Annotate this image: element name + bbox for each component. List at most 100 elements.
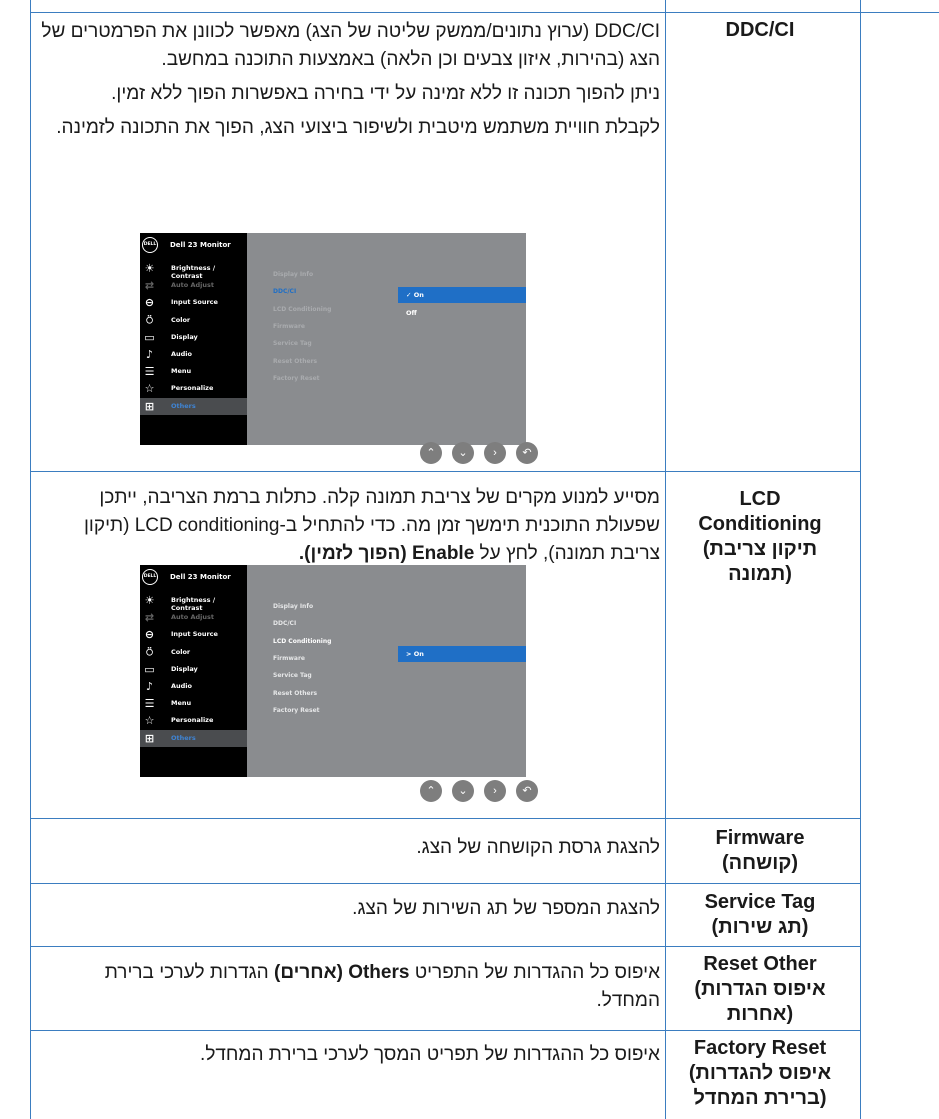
audio-icon: ♪ bbox=[145, 348, 154, 361]
display-icon: ▭ bbox=[144, 330, 155, 344]
osd-option-label: ✓ On bbox=[406, 291, 424, 299]
title-line: תמונה) bbox=[728, 563, 792, 585]
osd-menu-item[interactable]: ☀ Brightness / Contrast bbox=[140, 260, 247, 280]
personalize-icon: ☆ bbox=[144, 714, 155, 728]
osd-bottom-bar bbox=[140, 769, 247, 777]
paragraph: להצגת גרסת הקושחה של הצג. bbox=[416, 837, 660, 858]
row-title-reset-other: Reset Other (איפוס הגדרות אחרות) bbox=[665, 952, 855, 1027]
row-description-firmware: להצגת גרסת הקושחה של הצג. bbox=[40, 834, 660, 862]
osd-screenshot-ddcci: DELL Dell 23 Monitor ☀ Brightness / Contras… bbox=[140, 233, 526, 445]
osd-menu-item[interactable]: ⊞ Others bbox=[140, 729, 247, 747]
input-source-icon: ⊖ bbox=[144, 628, 155, 642]
up-icon[interactable]: ⌃ bbox=[420, 442, 442, 464]
osd-menu-item[interactable]: ⍥ Color bbox=[140, 644, 247, 661]
osd-menu-label: Menu bbox=[171, 367, 192, 376]
input-source-icon: ⊖ bbox=[144, 296, 155, 310]
table-top bbox=[30, 12, 939, 13]
row-title-firmware: Firmware (קושחה) bbox=[665, 826, 855, 876]
title-line: Reset Other bbox=[703, 953, 817, 975]
paragraph: איפוס כל ההגדרות של תפריט המסך לערכי ברי… bbox=[200, 1044, 660, 1065]
osd-submenu-item[interactable]: Service Tag bbox=[273, 672, 312, 679]
monitor-name: Dell 23 Monitor bbox=[170, 573, 231, 581]
osd-menu-item[interactable]: ▭ Display bbox=[140, 661, 247, 678]
row-divider bbox=[30, 946, 861, 947]
osd-menu-item[interactable]: ▭ Display bbox=[140, 329, 247, 346]
title-line: (תג שירות) bbox=[711, 916, 809, 938]
osd-menu-item[interactable]: ⊖ Input Source bbox=[140, 626, 247, 643]
osd-option-item[interactable]: > On bbox=[398, 646, 526, 662]
back-icon[interactable]: ↶ bbox=[516, 780, 538, 802]
osd-submenu-item[interactable]: Reset Others bbox=[273, 690, 317, 697]
osd-menu-item[interactable]: ⊖ Input Source bbox=[140, 294, 247, 311]
osd-submenu-item[interactable]: Factory Reset bbox=[273, 707, 320, 714]
osd-nav-buttons: ⌃ ⌄ › ↶ bbox=[420, 780, 540, 802]
osd-menu-label: Input Source bbox=[171, 630, 218, 639]
display-icon: ▭ bbox=[144, 662, 155, 676]
dell-logo-icon: DELL bbox=[142, 569, 158, 585]
title-line: (איפוס להגדרות bbox=[688, 1062, 832, 1084]
osd-menu-label: Audio bbox=[171, 682, 193, 690]
title-line: Factory Reset bbox=[693, 1037, 827, 1059]
osd-menu-label: Color bbox=[171, 315, 191, 324]
title-line: (איפוס הגדרות bbox=[694, 978, 826, 1000]
others-icon: ⊞ bbox=[144, 399, 155, 413]
osd-menu-item[interactable]: ⍥ Color bbox=[140, 312, 247, 329]
next-icon[interactable]: › bbox=[484, 780, 506, 802]
osd-submenu-item[interactable]: LCD Conditioning bbox=[273, 306, 331, 313]
row-description-reset-other: איפוס כל ההגדרות של התפריט Others (אחרים… bbox=[40, 959, 660, 1015]
down-icon[interactable]: ⌄ bbox=[452, 442, 474, 464]
row-divider bbox=[30, 1030, 861, 1031]
osd-submenu-item[interactable]: Reset Others bbox=[273, 358, 317, 365]
osd-option-item[interactable]: Off bbox=[398, 305, 526, 321]
row-title-factory-reset: Factory Reset (איפוס להגדרות ברירת המחדל… bbox=[665, 1036, 855, 1111]
title-line: (תיקון צריבת bbox=[702, 538, 818, 560]
paragraph: ניתן להפוך תכונה זו ללא זמינה על ידי בחי… bbox=[111, 83, 660, 104]
osd-menu-item[interactable]: ⇄ Auto Adjust bbox=[140, 609, 247, 626]
osd-submenu-item[interactable]: Service Tag bbox=[273, 340, 312, 347]
row-description-service-tag: להצגת המספר של תג השירות של הצג. bbox=[40, 895, 660, 923]
osd-submenu-item[interactable]: LCD Conditioning bbox=[273, 638, 331, 645]
osd-option-item[interactable]: ✓ On bbox=[398, 287, 526, 303]
osd-header: DELL Dell 23 Monitor bbox=[140, 233, 247, 259]
title-line: אחרות) bbox=[726, 1003, 794, 1025]
title-line: Service Tag bbox=[704, 891, 816, 913]
auto-adjust-icon: ⇄ bbox=[144, 279, 155, 293]
row-description-lcd-conditioning: מסייע למנוע מקרים של צריבת תמונה קלה. כת… bbox=[40, 484, 660, 568]
osd-submenu-item[interactable]: Firmware bbox=[273, 323, 305, 330]
title-line: ברירת המחדל) bbox=[693, 1087, 827, 1109]
osd-menu-item[interactable]: ☆ Personalize bbox=[140, 380, 247, 397]
up-icon[interactable]: ⌃ bbox=[420, 780, 442, 802]
next-icon[interactable]: › bbox=[484, 442, 506, 464]
osd-submenu-item[interactable]: Firmware bbox=[273, 655, 305, 662]
osd-submenu-item[interactable]: Display Info bbox=[273, 271, 313, 278]
menu-icon: ☰ bbox=[144, 697, 155, 711]
osd-menu-item[interactable]: ☆ Personalize bbox=[140, 712, 247, 729]
osd-menu-label: Others bbox=[171, 401, 196, 410]
osd-submenu-item[interactable]: Display Info bbox=[273, 603, 313, 610]
osd-menu-item[interactable]: ⊞ Others bbox=[140, 397, 247, 415]
row-title-service-tag: Service Tag (תג שירות) bbox=[665, 890, 855, 940]
osd-submenu-item[interactable]: DDC/CI bbox=[273, 288, 296, 295]
osd-menu-label: Auto Adjust bbox=[171, 281, 215, 290]
osd-menu-label: Menu bbox=[171, 699, 192, 708]
osd-submenu-item[interactable]: Factory Reset bbox=[273, 375, 320, 382]
osd-menu-label: Auto Adjust bbox=[171, 613, 215, 622]
down-icon[interactable]: ⌄ bbox=[452, 780, 474, 802]
title-line: Firmware bbox=[715, 827, 805, 849]
osd-menu-item[interactable]: ☰ Menu bbox=[140, 363, 247, 380]
title-line: DDC/CI bbox=[725, 19, 795, 41]
osd-menu-item[interactable]: ⇄ Auto Adjust bbox=[140, 277, 247, 294]
osd-menu-label: Audio bbox=[171, 350, 193, 358]
osd-menu-item[interactable]: ♪ Audio bbox=[140, 346, 247, 363]
back-icon[interactable]: ↶ bbox=[516, 442, 538, 464]
osd-menu-item[interactable]: ♪ Audio bbox=[140, 678, 247, 695]
osd-submenu-item[interactable]: DDC/CI bbox=[273, 620, 296, 627]
row-divider bbox=[30, 883, 861, 884]
osd-bottom-bar bbox=[140, 437, 247, 445]
osd-nav-buttons: ⌃ ⌄ › ↶ bbox=[420, 442, 540, 464]
paragraph: מסייע למנוע מקרים של צריבת תמונה קלה. כת… bbox=[83, 487, 660, 564]
osd-menu-item[interactable]: ☰ Menu bbox=[140, 695, 247, 712]
osd-menu-item[interactable]: ☀ Brightness / Contrast bbox=[140, 592, 247, 612]
paragraph: להצגת המספר של תג השירות של הצג. bbox=[352, 898, 660, 919]
osd-screenshot-lcd-conditioning: DELL Dell 23 Monitor ☀ Brightness / Contras… bbox=[140, 565, 526, 777]
